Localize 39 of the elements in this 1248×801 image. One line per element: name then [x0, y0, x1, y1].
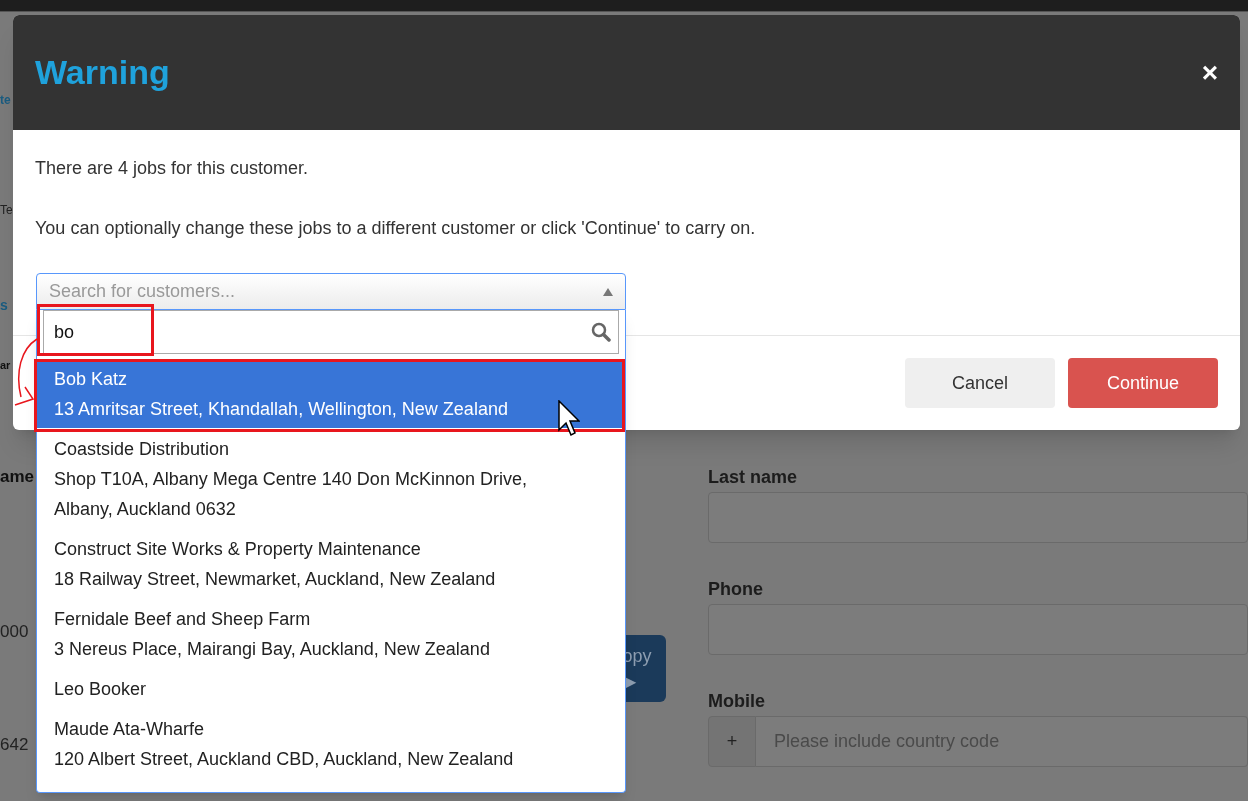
dialog-button[interactable]: Continue	[1068, 358, 1218, 408]
customer-name: Fernidale Beef and Sheep Farm	[54, 608, 311, 631]
field-label: Mobile	[708, 690, 766, 713]
field-label: Last name	[708, 466, 799, 489]
customer-option[interactable]: Maude Ata-Wharfe 120 Albert Street, Auckland CBD, Auckland, New Zealand	[37, 710, 625, 778]
search-field[interactable]: bo	[43, 310, 619, 354]
customer-name: Leo Booker	[54, 678, 147, 701]
customer-option[interactable]: Fernidale Beef and Sheep Farm 3 Nereus Place, Mairangi Bay, Auckland, New Zealand	[37, 600, 625, 668]
customer-name: Construct Site Works & Property Maintenance	[54, 538, 421, 561]
customer-option[interactable]: Bob Katz 13 Amritsar Street, Khandallah, Wellington, New Zealand	[37, 360, 625, 428]
close-button[interactable]: ×	[1201, 58, 1218, 87]
customer-address: 18 Railway Street, Newmarket, Auckland, New Zealand	[54, 568, 496, 591]
page-text: 642	[0, 734, 30, 756]
customer-name: Bob Katz	[54, 368, 128, 391]
field-label: Phone	[708, 578, 764, 601]
customer-address: 13 Amritsar Street, Khandallah, Wellington, New Zealand	[54, 398, 508, 421]
customer-address: 120 Albert Street, Auckland CBD, Auckland, New Zealand	[54, 748, 514, 771]
input-prefix: +	[708, 716, 756, 767]
page-text: Te	[0, 202, 14, 219]
page-text: 000	[0, 621, 30, 643]
page-text: ame	[0, 466, 35, 488]
search-icon	[591, 322, 611, 342]
page-text: ar	[0, 358, 12, 373]
caret-up-icon	[603, 287, 613, 296]
annotation-arrow	[13, 337, 39, 407]
customer-name: Maude Ata-Wharfe	[54, 718, 205, 741]
dialog-message: You can optionally change these jobs to a different customer or click 'Continue' to carry on.	[35, 217, 756, 240]
customer-name: Coastside Distribution	[54, 438, 230, 461]
dialog-title: Warning	[35, 52, 170, 93]
customer-option[interactable]: Coastside Distribution Shop T10A, Albany Mega Centre 140 Don McKinnon Drive, Albany, Auckland 0632	[37, 430, 625, 528]
page-text: te	[0, 92, 12, 109]
dialog-button[interactable]: Cancel	[905, 358, 1055, 408]
cursor-icon	[558, 400, 580, 438]
dialog-message: There are 4 jobs for this customer.	[35, 157, 310, 180]
page-text: s	[0, 296, 9, 315]
customer-address: 3 Nereus Place, Mairangi Bay, Auckland, New Zealand	[54, 638, 490, 661]
customer-option[interactable]: Construct Site Works & Property Maintenance 18 Railway Street, Newmarket, Auckland, New Zealand	[37, 530, 625, 598]
customer-address: Shop T10A, Albany Mega Centre 140 Don McKinnon Drive, Albany, Auckland 0632	[54, 468, 528, 521]
customer-option[interactable]: Leo Booker	[37, 670, 625, 708]
